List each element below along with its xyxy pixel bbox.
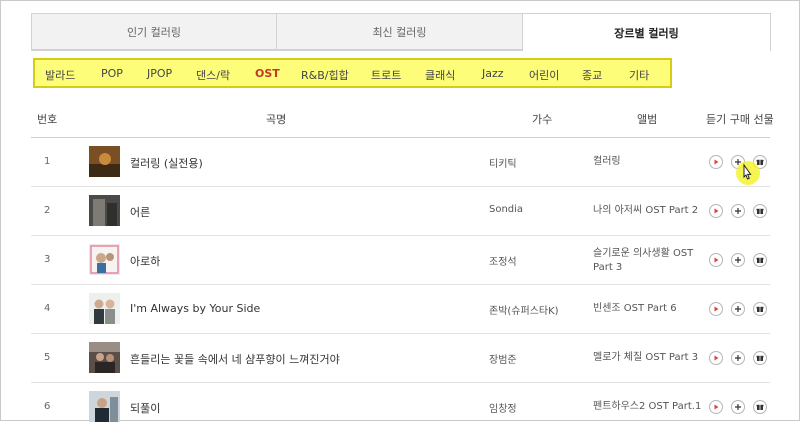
play-button[interactable] [709,302,723,316]
table-row: 3 아로하 조정석 슬기로운 의사생활 OST Part 3 [31,236,770,284]
play-icon [714,355,719,361]
row-number: 3 [44,254,51,265]
song-title[interactable]: 아로하 [130,253,160,269]
buy-button[interactable] [731,204,745,218]
genre-classical[interactable]: 클래식 [425,67,455,83]
row-number: 5 [44,352,51,363]
album-thumbnail[interactable] [89,391,120,422]
header-title: 곡명 [266,113,287,126]
play-button[interactable] [709,204,723,218]
plus-icon [735,404,741,410]
genre-filter-bar: 발라드 POP JPOP 댄스/락 OST R&B/힙합 트로트 클래식 Jaz… [33,58,672,88]
header-album: 앨범 [637,113,658,126]
plus-icon [735,355,741,361]
artist-name[interactable]: Sondia [489,204,523,215]
row-number: 4 [44,303,51,314]
gift-icon [756,355,764,361]
album-thumbnail[interactable] [89,146,120,177]
plus-icon [735,306,741,312]
tab-divider [31,50,522,51]
table-row: 6 되풀이 임창정 펜트하우스2 OST Part.1 [31,383,770,431]
artist-name[interactable]: 임창정 [489,400,517,415]
play-icon [714,159,719,165]
song-title[interactable]: 컬러링 (실전용) [130,155,203,171]
album-name-line2: Part 3 [593,262,623,273]
song-title[interactable]: 흔들리는 꽃들 속에서 네 샴푸향이 느껴진거야 [130,351,340,367]
genre-trot[interactable]: 트로트 [371,67,401,83]
header-num: 번호 [37,113,58,126]
table-row: 4 I'm Always by Your Side 존박(슈퍼스타K) 빈센조 … [31,285,770,333]
table-row: 2 어른 Sondia 나의 아저씨 OST Part 2 [31,187,770,235]
gift-icon [756,404,764,410]
genre-rnb-hiphop[interactable]: R&B/힙합 [301,67,349,83]
artist-name[interactable]: 장범준 [489,351,517,366]
genre-religion[interactable]: 종교 [582,67,602,83]
gift-button[interactable] [753,351,767,365]
buy-button[interactable] [731,400,745,414]
play-button[interactable] [709,400,723,414]
play-button[interactable] [709,253,723,267]
genre-pop[interactable]: POP [101,67,123,80]
play-icon [714,306,719,312]
plus-icon [735,208,741,214]
genre-jpop[interactable]: JPOP [147,67,172,80]
album-name[interactable]: 멜로가 체질 OST Part 3 [593,351,698,365]
genre-jazz[interactable]: Jazz [482,67,504,80]
gift-icon [756,306,764,312]
play-button[interactable] [709,155,723,169]
artist-name[interactable]: 조정석 [489,253,517,268]
album-name[interactable]: 컬러링 [593,155,621,169]
album-name[interactable]: 슬기로운 의사생활 OST Part 3 [593,247,693,275]
album-name[interactable]: 펜트하우스2 OST Part.1 [593,400,701,414]
artist-name[interactable]: 존박(슈퍼스타K) [489,302,559,317]
table-row: 5 흔들리는 꽃들 속에서 네 샴푸향이 느껴진거야 장범준 멜로가 체질 OS… [31,334,770,382]
buy-button[interactable] [731,302,745,316]
genre-dance-rock[interactable]: 댄스/락 [196,67,230,83]
tab-bar: 인기 컬러링 최신 컬러링 장르별 컬러링 [31,13,771,51]
mouse-cursor-icon [736,161,760,185]
tab-latest[interactable]: 최신 컬러링 [276,13,523,50]
gift-button[interactable] [753,253,767,267]
play-icon [714,404,719,410]
album-thumbnail[interactable] [89,244,120,275]
album-thumbnail[interactable] [89,293,120,324]
song-title[interactable]: 되풀이 [130,400,160,416]
gift-button[interactable] [753,204,767,218]
gift-icon [756,257,764,263]
album-thumbnail[interactable] [89,342,120,373]
album-name-line1: 슬기로운 의사생활 OST [593,248,694,259]
header-artist: 가수 [532,113,553,126]
song-title[interactable]: 어른 [130,204,150,220]
genre-ost[interactable]: OST [255,67,280,80]
album-name[interactable]: 빈센조 OST Part 6 [593,302,677,316]
genre-etc[interactable]: 기타 [629,67,649,83]
row-number: 1 [44,156,51,167]
play-icon [714,208,719,214]
row-number: 6 [44,401,51,412]
song-title[interactable]: I'm Always by Your Side [130,302,260,315]
play-button[interactable] [709,351,723,365]
album-thumbnail[interactable] [89,195,120,226]
buy-button[interactable] [731,253,745,267]
tab-popular[interactable]: 인기 컬러링 [31,13,277,50]
gift-icon [756,208,764,214]
gift-button[interactable] [753,302,767,316]
play-icon [714,257,719,263]
tab-genre[interactable]: 장르별 컬러링 [522,13,771,51]
gift-button[interactable] [753,400,767,414]
album-name[interactable]: 나의 아저씨 OST Part 2 [593,204,698,218]
row-number: 2 [44,205,51,216]
genre-ballad[interactable]: 발라드 [45,67,75,83]
artist-name[interactable]: 티키틱 [489,155,517,170]
header-actions: 듣기 구매 선물 [706,113,774,126]
genre-kids[interactable]: 어린이 [529,67,559,83]
buy-button[interactable] [731,351,745,365]
plus-icon [735,257,741,263]
table-row: 1 컬러링 (실전용) 티키틱 컬러링 [31,138,770,186]
